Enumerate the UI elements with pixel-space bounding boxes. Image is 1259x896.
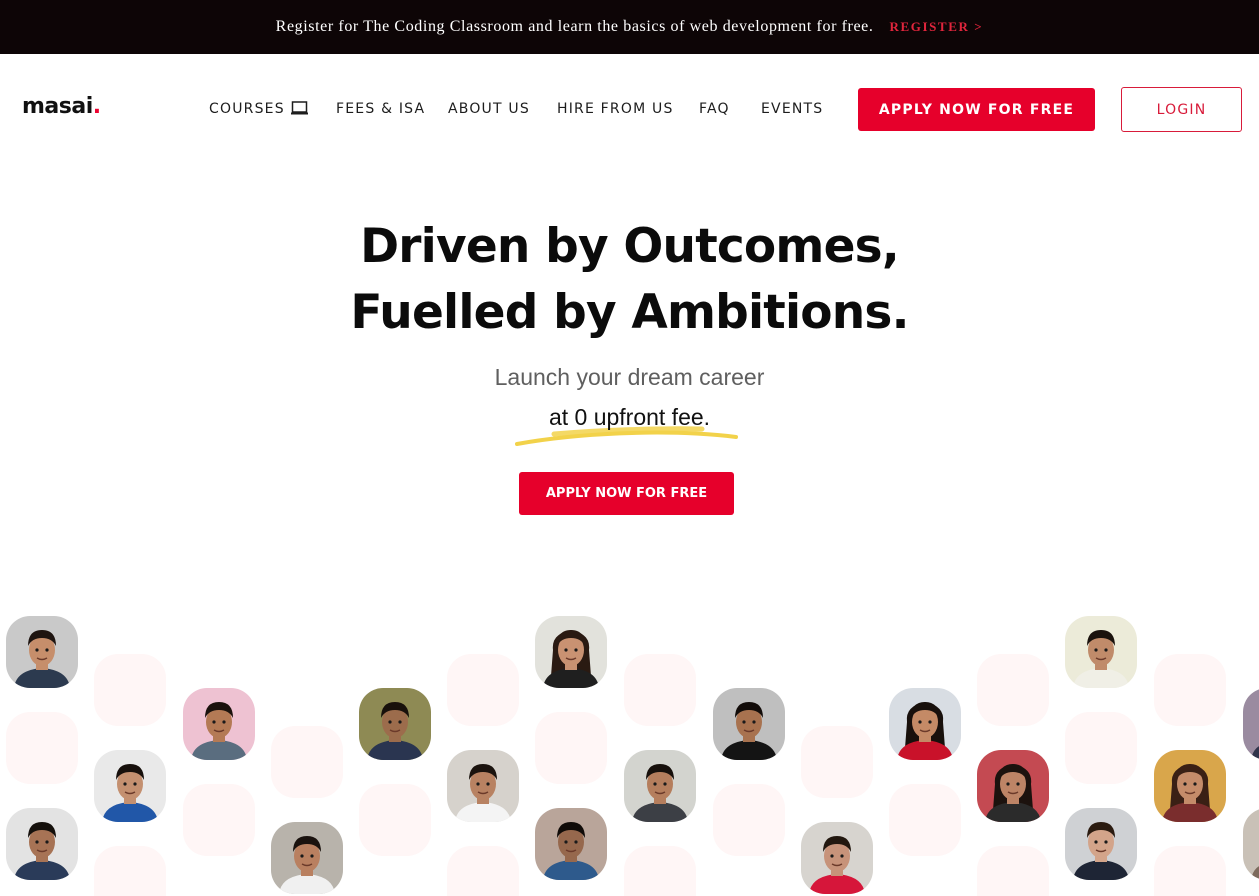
nav-courses-label: COURSES — [209, 101, 285, 117]
student-avatar — [1154, 750, 1226, 822]
avatar-placeholder — [624, 654, 696, 726]
avatar-placeholder — [359, 784, 431, 856]
student-avatar — [6, 616, 78, 688]
student-avatar — [889, 688, 961, 760]
student-avatar — [713, 688, 785, 760]
student-avatar — [1243, 808, 1259, 880]
student-avatar — [271, 822, 343, 894]
student-avatar — [624, 750, 696, 822]
avatar-placeholder — [6, 712, 78, 784]
student-avatar — [801, 822, 873, 894]
logo-text: masai — [22, 94, 93, 119]
login-button[interactable]: LOGIN — [1121, 87, 1242, 132]
masai-logo[interactable]: masai. — [22, 94, 101, 119]
avatar-placeholder — [447, 654, 519, 726]
nav-faq[interactable]: FAQ — [699, 101, 730, 117]
student-avatar — [447, 750, 519, 822]
avatar-placeholder — [447, 846, 519, 896]
avatar-placeholder — [1065, 712, 1137, 784]
hero-title-line2: Fuelled by Ambitions. — [350, 285, 909, 340]
nav-events[interactable]: EVENTS — [761, 101, 823, 117]
register-link[interactable]: REGISTER > — [889, 19, 983, 35]
avatar-placeholder — [1154, 654, 1226, 726]
avatar-placeholder — [183, 784, 255, 856]
avatar-placeholder — [624, 846, 696, 896]
student-avatar — [94, 750, 166, 822]
student-avatar — [359, 688, 431, 760]
announcement-bar: Register for The Coding Classroom and le… — [0, 0, 1259, 54]
apply-now-hero-button[interactable]: APPLY NOW FOR FREE — [519, 472, 734, 515]
student-avatar — [183, 688, 255, 760]
avatar-placeholder — [94, 654, 166, 726]
hero-subtitle: Launch your dream career — [494, 364, 765, 390]
avatar-placeholder — [713, 784, 785, 856]
hero-subtitle-fee: at 0 upfront fee. — [548, 404, 711, 430]
student-avatar — [977, 750, 1049, 822]
student-avatar — [1065, 616, 1137, 688]
apply-now-nav-button[interactable]: APPLY NOW FOR FREE — [858, 88, 1095, 131]
student-avatar — [1065, 808, 1137, 880]
avatar-placeholder — [535, 712, 607, 784]
avatar-placeholder — [889, 784, 961, 856]
laptop-icon — [290, 101, 308, 119]
student-avatar — [535, 616, 607, 688]
logo-dot: . — [92, 94, 101, 119]
avatar-placeholder — [271, 726, 343, 798]
hero-title-line1: Driven by Outcomes, — [360, 219, 900, 274]
student-avatar — [1243, 688, 1259, 760]
nav-about-us[interactable]: ABOUT US — [448, 101, 530, 117]
avatar-placeholder — [977, 846, 1049, 896]
nav-courses[interactable]: COURSES — [209, 101, 308, 119]
avatar-placeholder — [801, 726, 873, 798]
avatar-placeholder — [94, 846, 166, 896]
avatar-placeholder — [1154, 846, 1226, 896]
announcement-text: Register for The Coding Classroom and le… — [275, 18, 874, 35]
nav-fees-isa[interactable]: FEES & ISA — [336, 101, 425, 117]
nav-hire-from-us[interactable]: HIRE FROM US — [557, 101, 674, 117]
student-avatar — [6, 808, 78, 880]
avatar-placeholder — [977, 654, 1049, 726]
student-avatar — [535, 808, 607, 880]
